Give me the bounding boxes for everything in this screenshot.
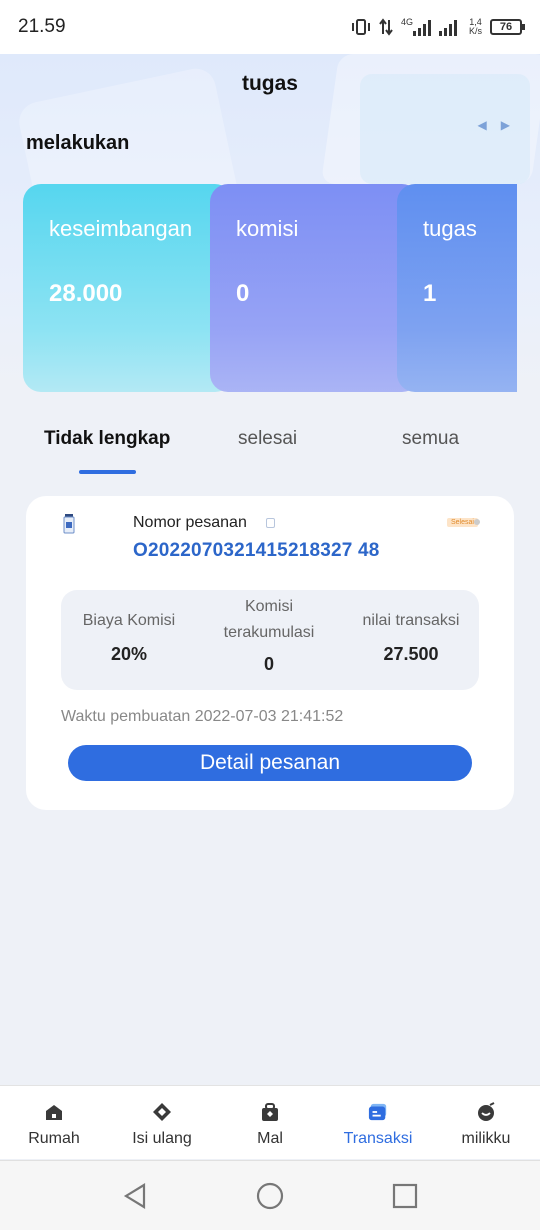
carousel-arrows[interactable]: ◀ ▶ <box>478 118 510 132</box>
order-stats: Biaya Komisi 20% Komisi terakumulasi 0 n… <box>61 590 479 690</box>
order-number-label: Nomor pesanan <box>133 514 247 531</box>
balance-label: keseimbangan <box>49 216 193 241</box>
next-arrow-icon[interactable]: ▶ <box>501 118 510 132</box>
nav-label-recharge: Isi ulang <box>132 1130 192 1147</box>
status-bar: 21.59 4G 1,4 K/s 76 <box>0 0 540 54</box>
balance-value: 28.000 <box>49 280 123 307</box>
status-dot-icon <box>474 519 480 525</box>
accumulated-commission-label-1: Komisi <box>244 598 293 615</box>
transaction-value-stat: nilai transaksi 27.500 <box>351 608 471 665</box>
commission-fee-stat: Biaya Komisi 20% <box>61 608 197 665</box>
network-speed: 1,4 K/s <box>468 17 482 36</box>
back-icon[interactable] <box>120 1181 150 1211</box>
profile-icon <box>478 1102 495 1121</box>
order-detail-button[interactable]: Detail pesanan <box>68 745 472 781</box>
accumulated-commission-value: 0 <box>263 654 274 674</box>
recharge-icon <box>153 1103 171 1121</box>
order-card: Nomor pesanan Selesai O20220703214152183… <box>26 496 514 810</box>
commission-fee-label: Biaya Komisi <box>82 612 176 629</box>
nav-label-transaction: Transaksi <box>343 1130 413 1147</box>
nav-label-profile: milikku <box>461 1130 511 1147</box>
copy-icon[interactable] <box>266 518 275 528</box>
prev-arrow-icon[interactable]: ◀ <box>478 118 487 132</box>
commission-label: komisi <box>236 216 299 241</box>
tab-incomplete[interactable]: Tidak lengkap <box>44 428 170 450</box>
tab-all[interactable]: semua <box>402 428 459 450</box>
battery-icon: 76 <box>490 19 525 35</box>
nav-label-home: Rumah <box>28 1130 80 1147</box>
recents-icon[interactable] <box>390 1181 420 1211</box>
accumulated-commission-stat: Komisi terakumulasi 0 <box>209 594 329 675</box>
nav-item-recharge[interactable]: Isi ulang <box>108 1086 216 1160</box>
tasks-value: 1 <box>423 280 437 307</box>
commission-card: komisi 0 <box>210 184 420 392</box>
nav-item-transaction[interactable]: Transaksi <box>324 1086 432 1160</box>
active-tab-indicator <box>79 470 136 474</box>
stats-carousel[interactable]: keseimbangan 28.000 komisi 0 tugas 1 <box>23 184 517 394</box>
transaction-value-label: nilai transaksi <box>362 612 460 629</box>
product-icon <box>63 514 75 534</box>
balance-card: keseimbangan 28.000 <box>23 184 233 392</box>
network-type: 4G <box>400 17 413 27</box>
transaction-icon <box>368 1103 387 1121</box>
order-number: O2022070321415218327 48 <box>133 540 380 561</box>
vibrate-icon <box>351 19 370 35</box>
nav-item-profile[interactable]: milikku <box>432 1086 540 1160</box>
data-transfer-icon <box>379 18 393 36</box>
home-button-icon[interactable] <box>255 1181 285 1211</box>
signal-icon <box>412 20 457 36</box>
nav-item-home[interactable]: Rumah <box>0 1086 108 1160</box>
home-icon <box>46 1105 62 1120</box>
nav-label-mall: Mal <box>257 1130 283 1147</box>
transaction-value-amount: 27.500 <box>383 644 439 664</box>
nav-item-mall[interactable]: Mal <box>216 1086 324 1160</box>
mall-icon <box>262 1103 278 1121</box>
system-nav-bar <box>0 1160 540 1230</box>
tab-completed[interactable]: selesai <box>238 428 297 450</box>
commission-fee-value: 20% <box>110 644 148 664</box>
status-icons: 4G 1,4 K/s 76 <box>351 14 525 40</box>
bottom-nav: Rumah Isi ulang Mal Transaksi milikku <box>0 1085 540 1159</box>
tasks-label: tugas <box>423 216 477 241</box>
page-title: tugas <box>241 72 298 95</box>
status-time: 21.59 <box>18 16 66 37</box>
tasks-card: tugas 1 <box>397 184 517 392</box>
accumulated-commission-label-2: terakumulasi <box>223 624 315 641</box>
commission-value: 0 <box>236 280 250 307</box>
created-time: Waktu pembuatan 2022-07-03 21:41:52 <box>61 708 344 725</box>
order-tabs: Tidak lengkap selesai semua <box>0 428 540 478</box>
section-label: melakukan <box>26 132 130 154</box>
